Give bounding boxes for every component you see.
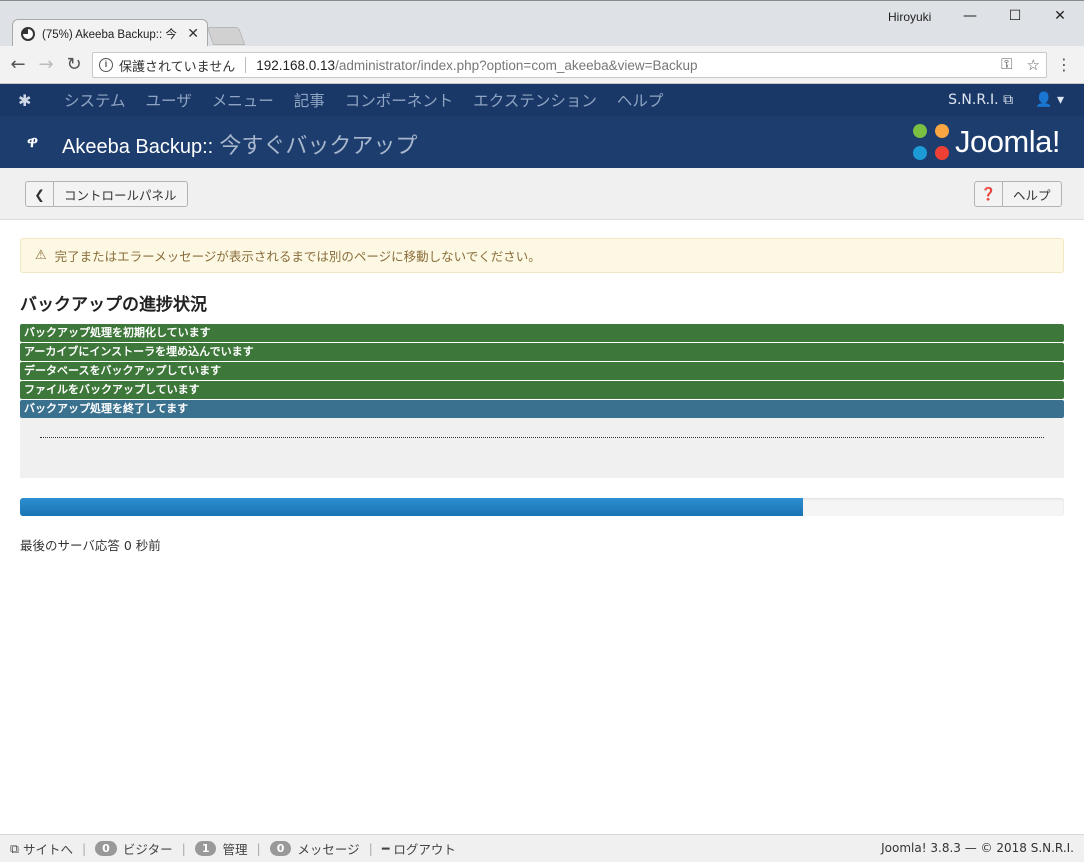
admins-label: 管理 (222, 842, 248, 857)
warning-message: 完了またはエラーメッセージが表示されるまでは別のページに移動しないでください。 (54, 249, 541, 264)
visitors-count-badge: 0 (95, 841, 117, 856)
minus-icon: ━ (381, 841, 390, 856)
joomla-small-logo-icon[interactable]: ✱ (18, 91, 54, 110)
backup-steps-list: バックアップ処理を初期化しています アーカイブにインストーラを埋め込んでいます … (20, 324, 1064, 419)
tab-close-icon[interactable]: ✕ (187, 26, 199, 42)
status-divider: | (181, 841, 186, 856)
external-link-icon: ⧉ (10, 840, 19, 856)
site-link-label: S.N.R.I. (948, 92, 999, 108)
messages-link[interactable]: 0 メッセージ (269, 839, 360, 858)
maximize-icon[interactable]: ☐ (995, 5, 1035, 27)
admin-menu: システム ユーザ メニュー 記事 コンポーネント エクステンション ヘルプ (54, 89, 673, 111)
browser-toolbar: ← → ↻ i 保護されていません 192.168.0.13 /administ… (0, 46, 1084, 84)
menu-components[interactable]: コンポーネント (335, 89, 464, 111)
new-tab-button[interactable] (206, 27, 246, 45)
akeeba-icon: ዋ (27, 132, 39, 151)
question-icon: ❓ (975, 182, 1003, 206)
omnibox-divider (245, 57, 247, 73)
step-item: バックアップ処理を初期化しています (20, 324, 1064, 342)
step-item: データベースをバックアップしています (20, 362, 1064, 380)
menu-content[interactable]: 記事 (284, 89, 335, 111)
page-title-sub: 今すぐバックアップ (213, 133, 418, 158)
tab-title: (75%) Akeeba Backup:: 今 (42, 29, 177, 41)
security-label: 保護されていません (119, 58, 236, 74)
progress-bar-fill (20, 498, 803, 516)
status-divider: | (368, 841, 373, 856)
menu-menus[interactable]: メニュー (202, 89, 284, 111)
logout-link[interactable]: ━ ログアウト (382, 839, 456, 858)
joomla-wordmark: Joomla! (954, 124, 1061, 159)
minimize-icon[interactable]: — (950, 5, 990, 27)
step-item: アーカイブにインストーラを埋め込んでいます (20, 343, 1064, 361)
page-title: Akeeba Backup:: 今すぐバックアップ (62, 128, 417, 160)
help-label: ヘルプ (1013, 187, 1051, 203)
reload-icon[interactable]: ↻ (63, 55, 85, 75)
chevron-left-icon: ❮ (26, 182, 54, 206)
version-info: Joomla! 3.8.3 — © 2018 S.N.R.I. (881, 841, 1074, 855)
address-bar[interactable]: i 保護されていません 192.168.0.13 /administrator/… (92, 52, 1047, 78)
view-site-link[interactable]: ⧉ サイトへ (10, 839, 73, 858)
url-host: 192.168.0.13 (256, 57, 336, 73)
help-button[interactable]: ❓ ヘルプ (974, 181, 1062, 207)
admins-count-badge: 1 (194, 841, 217, 856)
loading-favicon-icon (21, 27, 35, 41)
status-divider: | (256, 841, 261, 856)
menu-extensions[interactable]: エクステンション (463, 89, 607, 111)
joomla-brand-logo: Joomla! (912, 124, 1061, 160)
user-menu-icon[interactable]: 👤 ▾ (1035, 92, 1064, 108)
logout-label: ログアウト (393, 842, 456, 857)
step-item-active: バックアップ処理を終了してます (20, 400, 1064, 418)
backup-progress-bar (20, 498, 1064, 516)
menu-system[interactable]: システム (54, 89, 136, 111)
window-user-name: Hiroyuki (888, 10, 932, 24)
page-title-main: Akeeba Backup:: (62, 136, 214, 158)
control-panel-label: コントロールパネル (64, 187, 177, 203)
admin-status-bar: ⧉ サイトへ | 0 ビジター | 1 管理 | 0 メッセージ | ━ ログアウト Jo… (0, 834, 1084, 862)
site-link[interactable]: S.N.R.I. ⧉ (948, 92, 1013, 108)
browser-tab[interactable]: (75%) Akeeba Backup:: 今 ✕ (12, 19, 208, 48)
browser-menu-icon[interactable]: ⋮ (1056, 55, 1072, 74)
page-header: ዋ Akeeba Backup:: 今すぐバックアップ Joomla! (0, 116, 1084, 168)
last-response-text: 最後のサーバ応答 0 秒前 (20, 538, 161, 553)
window-close-icon[interactable]: ✕ (1040, 5, 1080, 27)
step-item: ファイルをバックアップしています (20, 381, 1064, 399)
component-toolbar: ❮ コントロールパネル ❓ ヘルプ (0, 168, 1084, 220)
backup-log-box (20, 418, 1064, 478)
progress-title: バックアップの進捗状況 (20, 295, 207, 315)
key-icon[interactable]: ⚿ (1001, 56, 1012, 74)
menu-users[interactable]: ユーザ (136, 89, 202, 111)
warning-icon: ⚠ (35, 248, 47, 263)
messages-label: メッセージ (297, 842, 360, 857)
visitors-label: ビジター (122, 842, 173, 857)
external-link-icon: ⧉ (1003, 92, 1014, 108)
warning-alert: ⚠ 完了またはエラーメッセージが表示されるまでは別のページに移動しないでください… (20, 238, 1064, 273)
info-icon[interactable]: i (99, 58, 113, 72)
messages-count-badge: 0 (269, 841, 292, 856)
joomla-logo-icon (912, 124, 949, 160)
menu-help[interactable]: ヘルプ (607, 89, 674, 111)
admin-navbar: ✱ システム ユーザ メニュー 記事 コンポーネント エクステンション ヘルプ … (0, 84, 1084, 116)
admins-link[interactable]: 1 管理 (194, 839, 248, 858)
forward-arrow-icon[interactable]: → (35, 55, 57, 75)
view-site-label: サイトへ (22, 842, 73, 857)
visitors-link[interactable]: 0 ビジター (95, 839, 173, 858)
browser-tab-strip: (75%) Akeeba Backup:: 今 ✕ Hiroyuki — ☐ ✕ (0, 0, 1084, 48)
url-path: /administrator/index.php?option=com_akee… (335, 57, 698, 73)
status-divider: | (81, 841, 87, 856)
control-panel-button[interactable]: ❮ コントロールパネル (25, 181, 188, 207)
bookmark-star-icon[interactable]: ☆ (1027, 56, 1040, 74)
log-divider (40, 437, 1044, 438)
back-arrow-icon[interactable]: ← (7, 55, 29, 75)
